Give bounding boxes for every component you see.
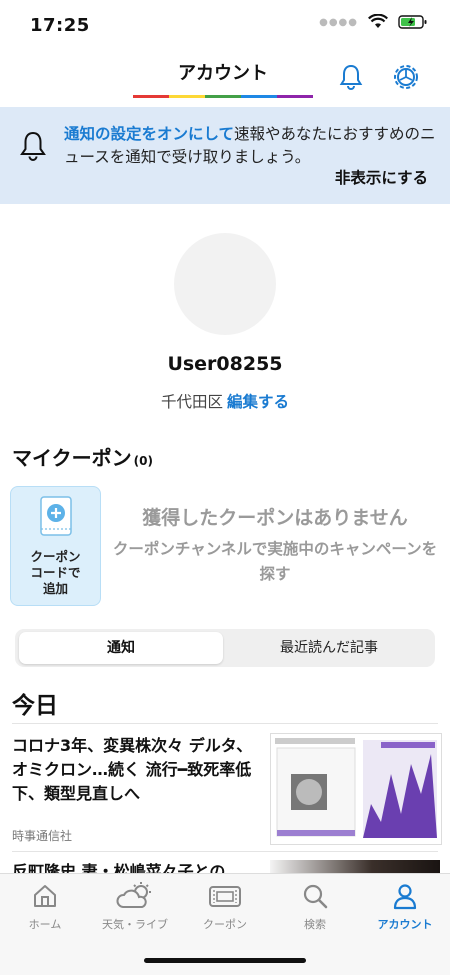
signal-icon: ●●●● [319,16,358,28]
status-bar: 17:25 ●●●● [0,0,450,50]
section-title: 今日 [12,693,58,719]
tab-label: 検索 [304,918,326,931]
divider [12,723,438,724]
coupon-campaign-link[interactable]: クーポンチャンネルで実施中のキャンペーンを探す [110,537,440,587]
location-text: 千代田区 [160,393,223,411]
coupon-empty-title: 獲得したクーポンはありません [142,507,408,529]
battery-icon [398,15,427,29]
tab-label: アカウント [377,918,433,931]
news-thumbnail[interactable] [270,733,442,845]
tab-label: クーポン [203,918,247,931]
coupon-count: (0) [133,454,153,468]
tab-coupon[interactable]: クーポン [180,882,270,932]
username: User08255 [167,353,283,375]
news-title[interactable]: コロナ3年、変異株次々 デルタ、オミクロン…続く 流行━致死率低下、類型見直しへ [12,734,264,806]
notification-banner: 通知の設定をオンにして速報やあなたにおすすめのニュースを通知で受け取りましょう。 [0,107,450,204]
segmented-control: 通知 最近読んだ記事 [15,629,435,667]
coupon-icon [209,886,241,907]
bell-icon [20,131,46,161]
add-coupon-code-button[interactable]: クーポン コードで 追加 [10,486,101,606]
header: アカウント [0,52,450,106]
divider [12,851,438,852]
weather-icon [116,882,151,908]
tab-weather-live[interactable]: 天気・ライブ [90,882,180,932]
user-icon [393,884,417,910]
infographic-thumbnail [271,734,441,844]
search-icon [303,884,328,909]
add-coupon-label-text: クーポン コードで 追加 [30,549,81,596]
coupon-add-icon [40,496,72,536]
wifi-icon [368,14,388,28]
tab-search[interactable]: 検索 [270,882,360,932]
coupon-heading-label: マイクーポン [12,446,132,470]
avatar[interactable] [174,233,276,335]
tab-label: 天気・ライブ [102,918,168,931]
home-indicator [144,958,306,963]
segment-recent-articles[interactable]: 最近読んだ記事 [227,632,431,664]
news-source: 時事通信社 [12,829,73,843]
edit-link[interactable]: 編集する [227,393,289,411]
banner-message: 通知の設定をオンにして速報やあなたにおすすめのニュースを通知で受け取りましょう。 [64,123,436,169]
tab-account[interactable]: アカウント [133,52,313,96]
status-indicators: ●●●● [319,14,428,30]
tab-underline [133,95,313,98]
dismiss-button[interactable]: 非表示にする [335,166,428,188]
add-coupon-label: クーポン コードで 追加 [11,549,100,597]
coupon-heading: マイクーポン (0) [12,442,153,471]
location-row: 千代田区 編集する [0,390,450,412]
status-time: 17:25 [30,15,90,36]
notification-settings-link[interactable]: 通知の設定をオンにして [64,125,234,143]
home-icon [34,885,56,907]
bell-icon[interactable] [336,62,366,92]
settings-icon[interactable] [391,62,421,92]
tab-account-nav[interactable]: アカウント [360,882,450,932]
tab-label: ホーム [28,918,62,931]
tab-home[interactable]: ホーム [0,882,90,932]
segment-notifications[interactable]: 通知 [19,632,223,664]
